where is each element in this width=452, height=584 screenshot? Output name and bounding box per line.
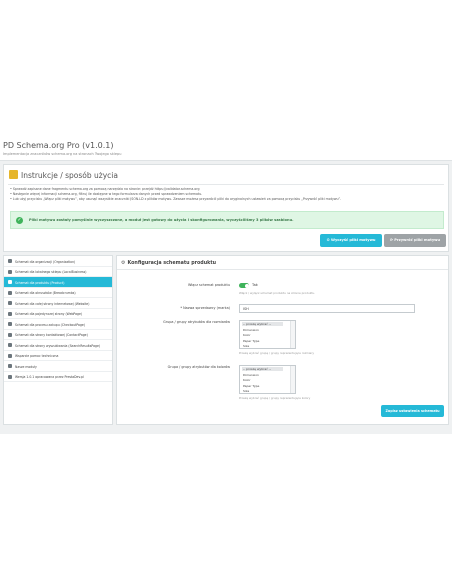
save-settings-button[interactable]: Zapisz ustawienia schematu [381,405,444,417]
sidebar-item-checkout[interactable]: Schemat dla procesu zakupu (CheckoutPage… [4,319,112,330]
sidebar-item-modules[interactable]: Nasze moduły [4,361,112,372]
color-attribute-label: Grupa / grupy atrybutów dla kolorów [167,365,230,369]
alert-text: Pliki motywu zostały pomyślnie wyczyszcz… [29,218,294,222]
sidebar-item-breadcrumbs[interactable]: Schemat dla okruszków (Breadcrumbs) [4,288,112,298]
info-icon [8,374,12,379]
sidebar-item-support[interactable]: Wsparcie pomoc techniczna [4,351,112,361]
product-icon [8,280,12,284]
select-scrollbar[interactable] [290,321,295,348]
page-icon [8,311,12,316]
page-title: PD Schema.org Pro (v1.0.1) [3,141,114,150]
instructions-list: Sprawdź zapisane dane fragmentu schema.o… [10,187,341,202]
clear-theme-files-button[interactable]: ⚙ Wyczyść pliki motywu [320,234,382,247]
select-scrollbar[interactable] [290,366,295,393]
info-icon [9,170,18,179]
enable-schema-help: Włącz / wyłącz schemat produktu na stron… [239,291,316,295]
cart-icon [8,322,12,326]
divider [117,269,448,270]
divider [8,184,444,185]
brand-label: * Nazwa sprzedawcy (marka) [180,306,230,310]
size-attribute-label: Grupa / grupy atrybutów dla rozmiarów [163,320,230,324]
select-option[interactable]: Dimension [243,328,259,332]
color-attribute-help: Proszę wybrać grupę / grupy reprezentują… [239,396,311,400]
enable-schema-label: Włącz schemat produktu [187,283,230,287]
instructions-heading: Instrukcje / sposób użycia [9,170,118,180]
panel-title: Konfiguracja schematu produktu [127,261,217,266]
page-subtitle: Implementacja znaczników schema.org na s… [3,152,122,156]
envelope-icon [8,332,12,337]
clear-theme-files-label: Wyczyść pliki motywu [331,238,376,242]
size-attribute-help: Proszę wybrać grupę / grupy reprezentują… [239,351,315,355]
select-option[interactable]: Size [243,389,249,393]
select-option[interactable]: Dimension [243,373,259,377]
select-option[interactable]: -- proszę wybrać -- [242,367,283,371]
select-option[interactable]: -- proszę wybrać -- [242,322,283,326]
panel-heading: ⚙ Konfiguracja schematu produktu [121,260,216,266]
support-icon [8,353,12,358]
store-icon [8,269,12,274]
sidebar-item-webpage[interactable]: Schemat dla pojedynczej strony (WebPage) [4,309,112,319]
page-header: PD Schema.org Pro (v1.0.1) Implementacja… [0,136,452,161]
sidebar-item-contact[interactable]: Schemat dla strony kontaktowej (ContactP… [4,330,112,340]
instruction-item: Lub użyj przycisku „Włącz pliki motywu”,… [10,197,341,202]
sidebar-item-organization[interactable]: Schemat dla organizacji (Organization) [4,256,112,267]
select-option[interactable]: Paper Type [243,384,259,388]
instructions-title: Instrukcje / sposób użycia [21,171,118,180]
gear-icon: ⚙ [121,260,126,266]
module-page: PD Schema.org Pro (v1.0.1) Implementacja… [0,136,452,434]
select-option[interactable]: Kolor [243,333,251,337]
toggle-knob [244,283,249,288]
select-option[interactable]: Paper Type [243,339,259,343]
sidebar-item-version[interactable]: Wersja 1.0.1 opracowana przez PrestaDev.… [4,372,112,382]
restore-theme-files-button[interactable]: ⟳ Przywróć pliki motywu [384,234,446,247]
breadcrumbs-icon [8,290,12,295]
product-schema-panel: ⚙ Konfiguracja schematu produktu Włącz sc… [116,255,449,425]
enable-schema-value: Tak [252,283,258,287]
puzzle-icon [8,364,12,368]
check-icon: ✓ [16,217,23,224]
globe-icon [8,301,12,305]
instructions-panel: Instrukcje / sposób użycia Sprawdź zapis… [3,164,449,252]
sidebar: Schemat dla organizacji (Organization) S… [3,255,113,425]
sidebar-item-search[interactable]: Schemat dla strony wyszukiwania (SearchR… [4,340,112,351]
search-icon [8,343,12,347]
organization-icon [8,259,12,263]
enable-schema-toggle[interactable] [239,283,249,288]
brand-input[interactable] [239,304,415,313]
success-alert: ✓ Pliki motywu zostały pomyślnie wyczysz… [10,211,444,229]
restore-theme-files-label: Przywróć pliki motywu [394,238,441,242]
sidebar-item-localbusiness[interactable]: Schemat dla lokalnego sklepu (LocalBusin… [4,267,112,277]
size-attribute-select[interactable]: -- proszę wybrać -- Dimension Kolor Pape… [239,320,296,349]
color-attribute-select[interactable]: -- proszę wybrać -- Dimension Kolor Pape… [239,365,296,394]
select-option[interactable]: Size [243,344,249,348]
select-option[interactable]: Kolor [243,378,251,382]
sidebar-item-product[interactable]: Schemat dla produktu (Product) [4,277,112,288]
sidebar-item-website[interactable]: Schemat dla całej strony internetowej (W… [4,298,112,309]
